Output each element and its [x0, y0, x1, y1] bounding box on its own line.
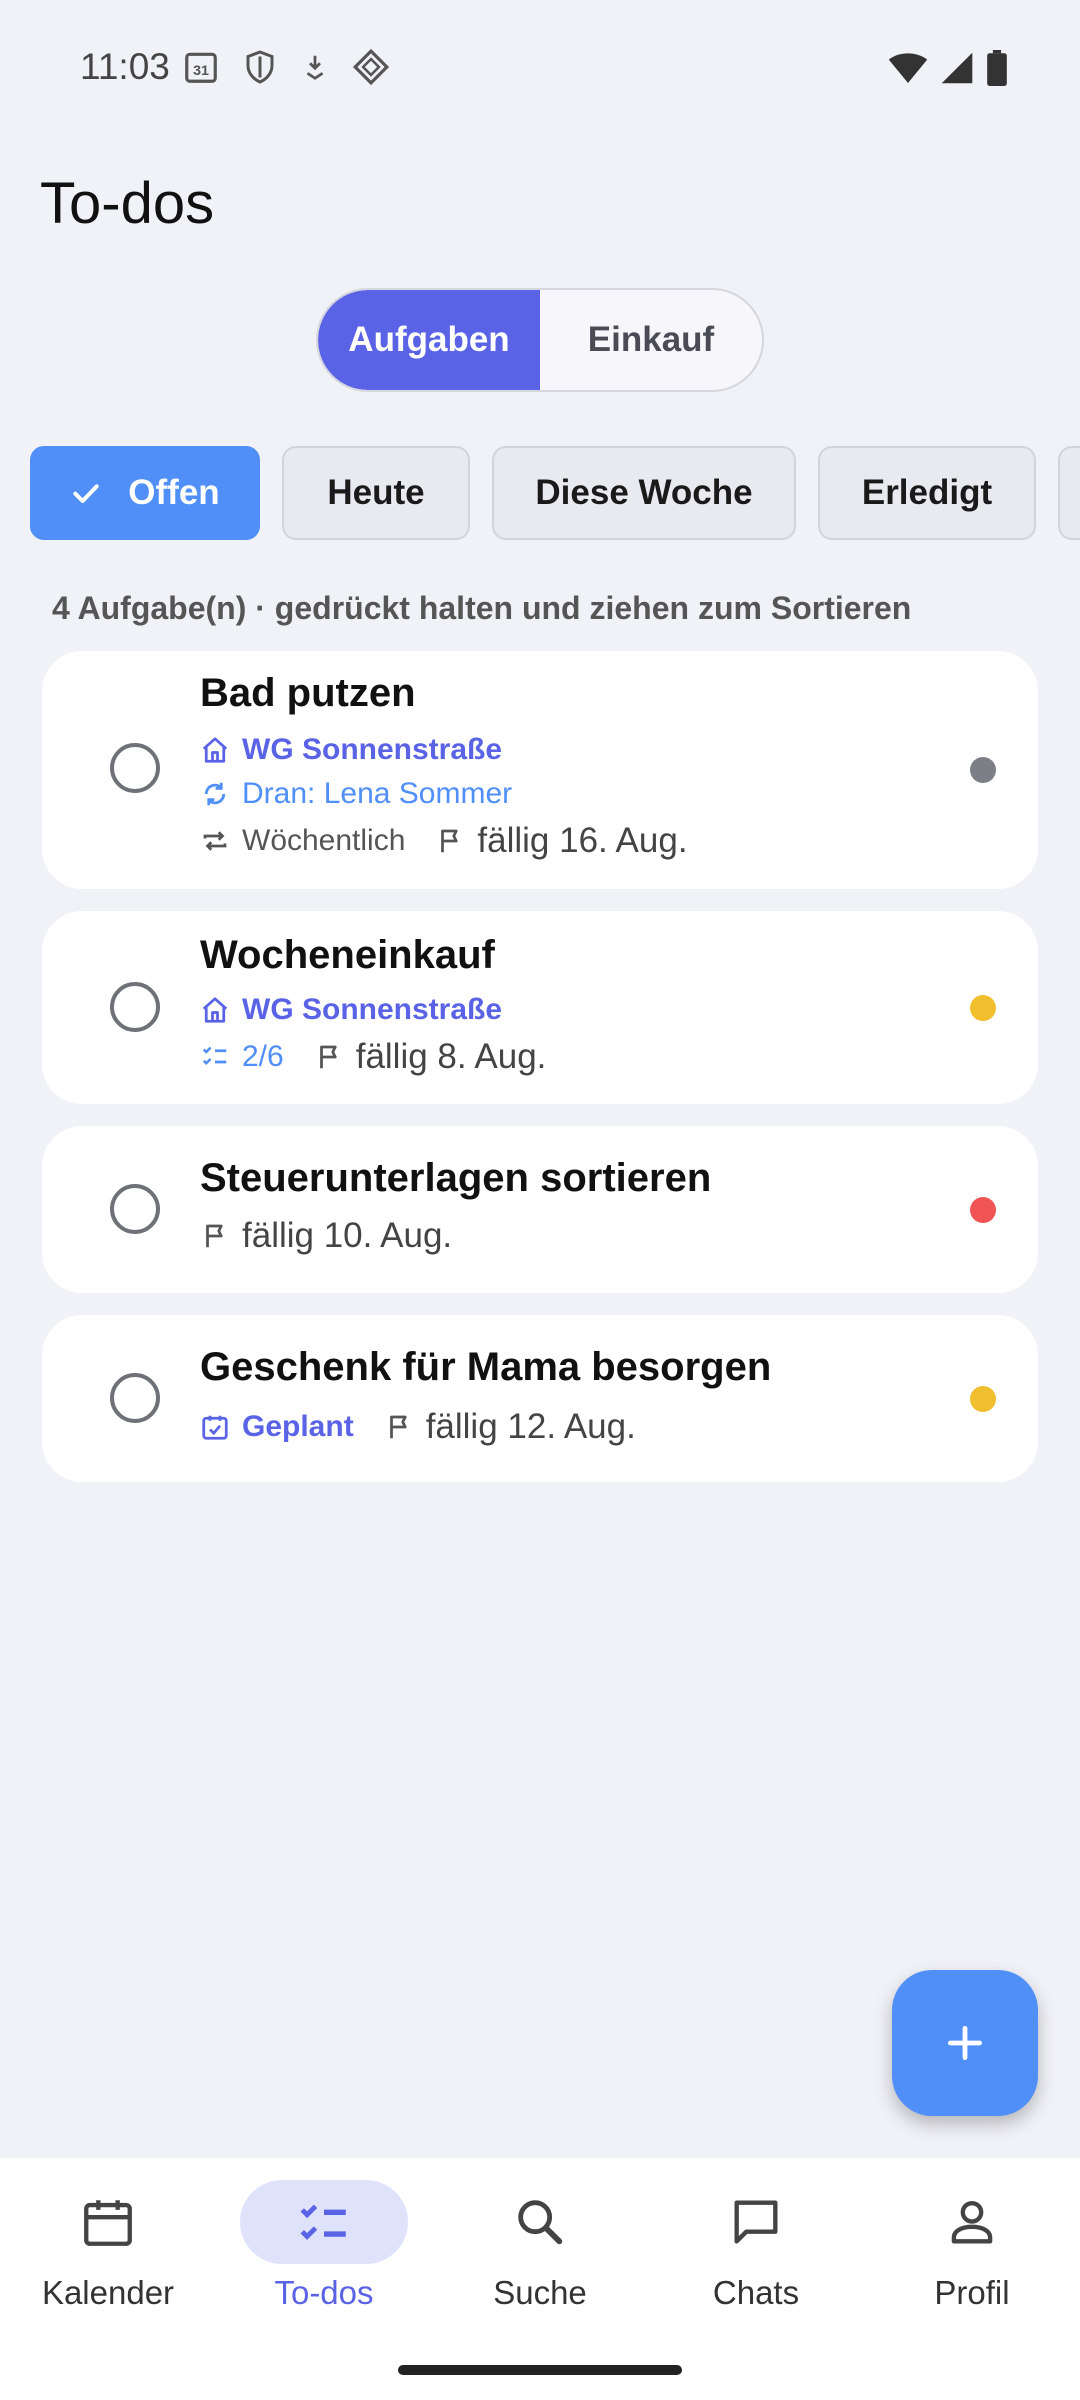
task-turn-label: Dran: Lena Sommer — [242, 777, 513, 810]
status-icons-left: 31 — [182, 48, 390, 86]
task-complete-radio[interactable] — [110, 743, 160, 793]
calendar-31-icon: 31 — [182, 48, 220, 86]
shield-icon — [242, 48, 278, 86]
task-checklist-progress: 2/6 — [242, 1040, 284, 1073]
add-task-button[interactable] — [892, 1970, 1038, 2116]
person-icon — [943, 2193, 1001, 2251]
task-due: fällig 16. Aug. — [477, 821, 688, 860]
filter-chip-more[interactable] — [1058, 446, 1080, 540]
plus-icon — [943, 2021, 987, 2065]
task-title: Geschenk für Mama besorgen — [200, 1345, 772, 1389]
task-complete-radio[interactable] — [110, 1373, 160, 1423]
filter-chip-diese-woche[interactable]: Diese Woche — [492, 446, 796, 540]
task-complete-radio[interactable] — [110, 982, 160, 1032]
checklist-icon — [295, 2193, 353, 2251]
nav-pill — [456, 2180, 624, 2264]
priority-dot — [970, 995, 996, 1021]
task-title: Steuerunterlagen sortieren — [200, 1156, 712, 1200]
status-bar: 11:03 31 — [0, 0, 1080, 130]
priority-dot — [970, 757, 996, 783]
page-title: To-dos — [40, 171, 215, 236]
task-title: Wocheneinkauf — [200, 933, 495, 977]
nav-label: Chats — [712, 2274, 800, 2311]
check-icon — [70, 477, 102, 509]
diamond-icon — [352, 48, 390, 86]
chat-icon — [727, 2193, 785, 2251]
priority-dot — [970, 1386, 996, 1412]
battery-icon — [986, 50, 1008, 86]
home-icon — [200, 735, 230, 765]
task-due: fällig 8. Aug. — [355, 1037, 547, 1076]
nav-item-todos[interactable]: To-dos — [224, 2180, 424, 2312]
home-indicator — [398, 2365, 682, 2375]
download-icon — [300, 49, 330, 85]
task-meta-row: 2/6 fällig 8. Aug. — [200, 1037, 546, 1077]
filter-chip-offen[interactable]: Offen — [30, 446, 260, 540]
repeat-icon — [200, 826, 230, 856]
task-card[interactable]: Bad putzen WG Sonnenstraße Dran: Lena So… — [42, 651, 1038, 889]
flag-icon — [200, 1221, 230, 1251]
task-meta-row: Geplant fällig 12. Aug. — [200, 1407, 636, 1447]
home-icon — [200, 995, 230, 1025]
filter-chip-label: Offen — [128, 473, 220, 512]
nav-item-kalender[interactable]: Kalender — [8, 2180, 208, 2312]
filter-chip-heute[interactable]: Heute — [282, 446, 470, 540]
segment-einkauf[interactable]: Einkauf — [540, 290, 762, 390]
task-group: WG Sonnenstraße — [200, 993, 502, 1027]
priority-dot — [970, 1197, 996, 1223]
bottom-navigation: Kalender To-dos Suche Chats Profil — [0, 2158, 1080, 2400]
nav-pill — [672, 2180, 840, 2264]
nav-item-suche[interactable]: Suche — [440, 2180, 640, 2312]
rotate-icon — [200, 779, 230, 809]
nav-pill — [240, 2180, 408, 2264]
search-icon — [511, 2193, 569, 2251]
status-time: 11:03 — [80, 46, 170, 87]
task-group: WG Sonnenstraße — [200, 733, 502, 767]
task-title: Bad putzen — [200, 671, 416, 715]
checklist-icon — [200, 1042, 230, 1072]
filter-chip-erledigt[interactable]: Erledigt — [818, 446, 1036, 540]
wifi-icon — [888, 51, 928, 85]
nav-item-chats[interactable]: Chats — [656, 2180, 856, 2312]
task-repeat-label: Wöchentlich — [242, 824, 406, 857]
signal-icon — [940, 51, 974, 85]
svg-text:31: 31 — [193, 63, 209, 79]
flag-icon — [435, 826, 465, 856]
nav-pill — [24, 2180, 192, 2264]
task-due: fällig 10. Aug. — [242, 1216, 453, 1255]
nav-item-profil[interactable]: Profil — [872, 2180, 1072, 2312]
nav-label: Kalender — [41, 2274, 175, 2311]
task-complete-radio[interactable] — [110, 1184, 160, 1234]
status-icons-right — [888, 50, 1008, 86]
calendar-icon — [79, 2193, 137, 2251]
calendar-check-icon — [200, 1412, 230, 1442]
flag-icon — [314, 1042, 344, 1072]
task-turn: Dran: Lena Sommer — [200, 777, 512, 811]
task-due: fällig 12. Aug. — [425, 1407, 636, 1446]
task-planned-label: Geplant — [242, 1410, 354, 1443]
segmented-control: Aufgaben Einkauf — [316, 288, 764, 392]
task-meta-row: Wöchentlich fällig 16. Aug. — [200, 821, 688, 861]
task-count-hint: 4 Aufgabe(n) · gedrückt halten und ziehe… — [52, 590, 912, 626]
flag-icon — [384, 1412, 414, 1442]
task-card[interactable]: Wocheneinkauf WG Sonnenstraße 2/6 fällig… — [42, 911, 1038, 1104]
segment-aufgaben[interactable]: Aufgaben — [318, 290, 540, 390]
filter-chips: Offen Heute Diese Woche Erledigt — [30, 446, 1080, 540]
task-card[interactable]: Steuerunterlagen sortieren fällig 10. Au… — [42, 1126, 1038, 1293]
nav-label: To-dos — [274, 2274, 374, 2311]
task-group-label: WG Sonnenstraße — [242, 993, 503, 1026]
nav-label: Profil — [934, 2274, 1010, 2311]
task-card[interactable]: Geschenk für Mama besorgen Geplant fälli… — [42, 1315, 1038, 1482]
task-meta-row: fällig 10. Aug. — [200, 1216, 452, 1256]
nav-label: Suche — [493, 2274, 587, 2311]
nav-pill — [888, 2180, 1056, 2264]
task-group-label: WG Sonnenstraße — [242, 733, 503, 766]
